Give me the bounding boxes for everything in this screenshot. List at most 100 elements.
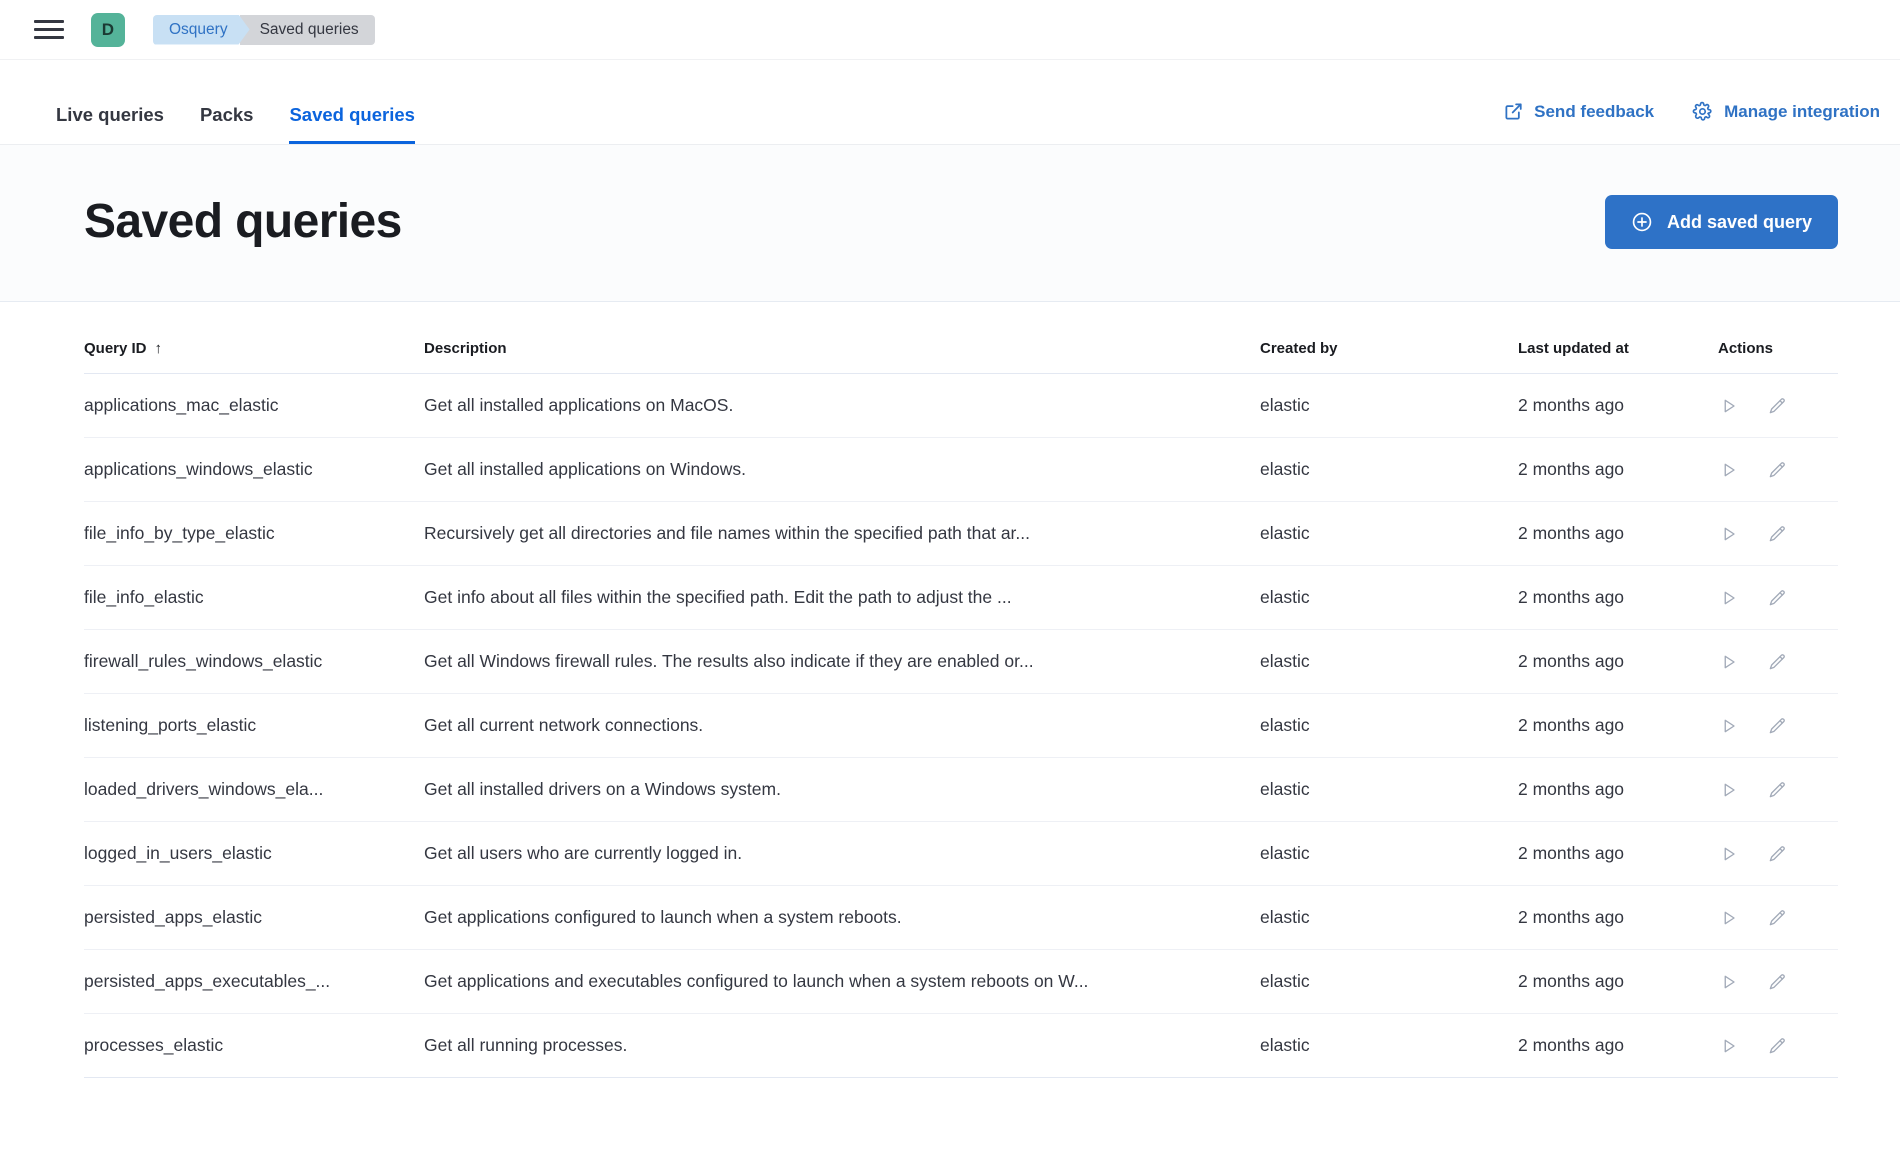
cell-actions: [1718, 1014, 1838, 1078]
send-feedback-link[interactable]: Send feedback: [1504, 102, 1654, 122]
edit-query-button[interactable]: [1766, 843, 1788, 865]
table-row[interactable]: file_info_by_type_elasticRecursively get…: [84, 502, 1838, 566]
saved-queries-table-container: Query ID ↑ Description Created by Last u…: [0, 302, 1900, 1078]
cell-last-updated: 2 months ago: [1518, 886, 1718, 950]
cell-query-id: file_info_elastic: [84, 566, 424, 630]
edit-query-button[interactable]: [1766, 587, 1788, 609]
run-query-button[interactable]: [1718, 907, 1740, 929]
edit-query-button[interactable]: [1766, 1035, 1788, 1057]
edit-query-button[interactable]: [1766, 779, 1788, 801]
table-row[interactable]: applications_windows_elasticGet all inst…: [84, 438, 1838, 502]
edit-query-button[interactable]: [1766, 651, 1788, 673]
table-row[interactable]: loaded_drivers_windows_ela...Get all ins…: [84, 758, 1838, 822]
row-actions: [1718, 395, 1838, 417]
run-query-button[interactable]: [1718, 459, 1740, 481]
tab-packs[interactable]: Packs: [200, 106, 254, 145]
cell-created-by: elastic: [1260, 1014, 1518, 1078]
row-actions: [1718, 651, 1838, 673]
send-feedback-label: Send feedback: [1534, 102, 1654, 122]
cell-description: Get all users who are currently logged i…: [424, 822, 1260, 886]
pencil-icon: [1767, 716, 1787, 736]
breadcrumb-item-osquery[interactable]: Osquery: [153, 15, 250, 45]
cell-description: Get info about all files within the spec…: [424, 566, 1260, 630]
cell-query-id: listening_ports_elastic: [84, 694, 424, 758]
tab-live-queries[interactable]: Live queries: [56, 106, 164, 145]
column-header-description[interactable]: Description: [424, 302, 1260, 374]
cell-description: Get applications configured to launch wh…: [424, 886, 1260, 950]
cell-actions: [1718, 822, 1838, 886]
run-query-button[interactable]: [1718, 523, 1740, 545]
cell-created-by: elastic: [1260, 438, 1518, 502]
external-link-icon: [1504, 102, 1523, 121]
hamburger-bar: [34, 28, 64, 31]
cell-created-by: elastic: [1260, 374, 1518, 438]
row-actions: [1718, 459, 1838, 481]
cell-description: Get all installed applications on MacOS.: [424, 374, 1260, 438]
cell-actions: [1718, 694, 1838, 758]
table-row[interactable]: listening_ports_elasticGet all current n…: [84, 694, 1838, 758]
play-icon: [1719, 1036, 1739, 1056]
pencil-icon: [1767, 524, 1787, 544]
edit-query-button[interactable]: [1766, 715, 1788, 737]
play-icon: [1719, 844, 1739, 864]
run-query-button[interactable]: [1718, 971, 1740, 993]
cell-actions: [1718, 438, 1838, 502]
plus-in-circle-icon: [1631, 211, 1653, 233]
cell-query-id: logged_in_users_elastic: [84, 822, 424, 886]
edit-query-button[interactable]: [1766, 459, 1788, 481]
cell-actions: [1718, 886, 1838, 950]
table-row[interactable]: persisted_apps_elasticGet applications c…: [84, 886, 1838, 950]
page-title: Saved queries: [84, 197, 402, 247]
run-query-button[interactable]: [1718, 779, 1740, 801]
run-query-button[interactable]: [1718, 587, 1740, 609]
saved-queries-table: Query ID ↑ Description Created by Last u…: [84, 302, 1838, 1078]
hamburger-menu-icon[interactable]: [34, 15, 64, 45]
run-query-button[interactable]: [1718, 651, 1740, 673]
pencil-icon: [1767, 780, 1787, 800]
table-row[interactable]: persisted_apps_executables_...Get applic…: [84, 950, 1838, 1014]
cell-last-updated: 2 months ago: [1518, 438, 1718, 502]
pencil-icon: [1767, 588, 1787, 608]
table-row[interactable]: applications_mac_elasticGet all installe…: [84, 374, 1838, 438]
row-actions: [1718, 843, 1838, 865]
cell-created-by: elastic: [1260, 630, 1518, 694]
edit-query-button[interactable]: [1766, 907, 1788, 929]
table-row[interactable]: logged_in_users_elasticGet all users who…: [84, 822, 1838, 886]
cell-last-updated: 2 months ago: [1518, 502, 1718, 566]
cell-query-id: file_info_by_type_elastic: [84, 502, 424, 566]
add-saved-query-button[interactable]: Add saved query: [1605, 195, 1838, 249]
pencil-icon: [1767, 396, 1787, 416]
pencil-icon: [1767, 908, 1787, 928]
table-row[interactable]: processes_elasticGet all running process…: [84, 1014, 1838, 1078]
run-query-button[interactable]: [1718, 715, 1740, 737]
edit-query-button[interactable]: [1766, 523, 1788, 545]
column-header-created-by[interactable]: Created by: [1260, 302, 1518, 374]
cell-actions: [1718, 630, 1838, 694]
breadcrumb: Osquery Saved queries: [153, 15, 375, 45]
run-query-button[interactable]: [1718, 395, 1740, 417]
edit-query-button[interactable]: [1766, 971, 1788, 993]
cell-created-by: elastic: [1260, 694, 1518, 758]
edit-query-button[interactable]: [1766, 395, 1788, 417]
play-icon: [1719, 716, 1739, 736]
pencil-icon: [1767, 460, 1787, 480]
manage-integration-link[interactable]: Manage integration: [1692, 101, 1880, 122]
cell-last-updated: 2 months ago: [1518, 630, 1718, 694]
cell-description: Get all installed applications on Window…: [424, 438, 1260, 502]
tab-saved-queries[interactable]: Saved queries: [289, 106, 414, 145]
cell-last-updated: 2 months ago: [1518, 566, 1718, 630]
query-id-sort-control[interactable]: Query ID ↑: [84, 340, 162, 357]
column-header-query-id-label: Query ID: [84, 340, 147, 357]
cell-actions: [1718, 502, 1838, 566]
column-header-last-updated-at[interactable]: Last updated at: [1518, 302, 1718, 374]
table-row[interactable]: firewall_rules_windows_elasticGet all Wi…: [84, 630, 1838, 694]
cell-query-id: firewall_rules_windows_elastic: [84, 630, 424, 694]
row-actions: [1718, 523, 1838, 545]
run-query-button[interactable]: [1718, 1035, 1740, 1057]
app-avatar-badge[interactable]: D: [91, 13, 125, 47]
header-actions: Send feedback Manage integration: [1504, 101, 1880, 144]
breadcrumb-item-saved-queries[interactable]: Saved queries: [240, 15, 375, 45]
run-query-button[interactable]: [1718, 843, 1740, 865]
table-row[interactable]: file_info_elasticGet info about all file…: [84, 566, 1838, 630]
column-header-query-id[interactable]: Query ID ↑: [84, 302, 424, 374]
